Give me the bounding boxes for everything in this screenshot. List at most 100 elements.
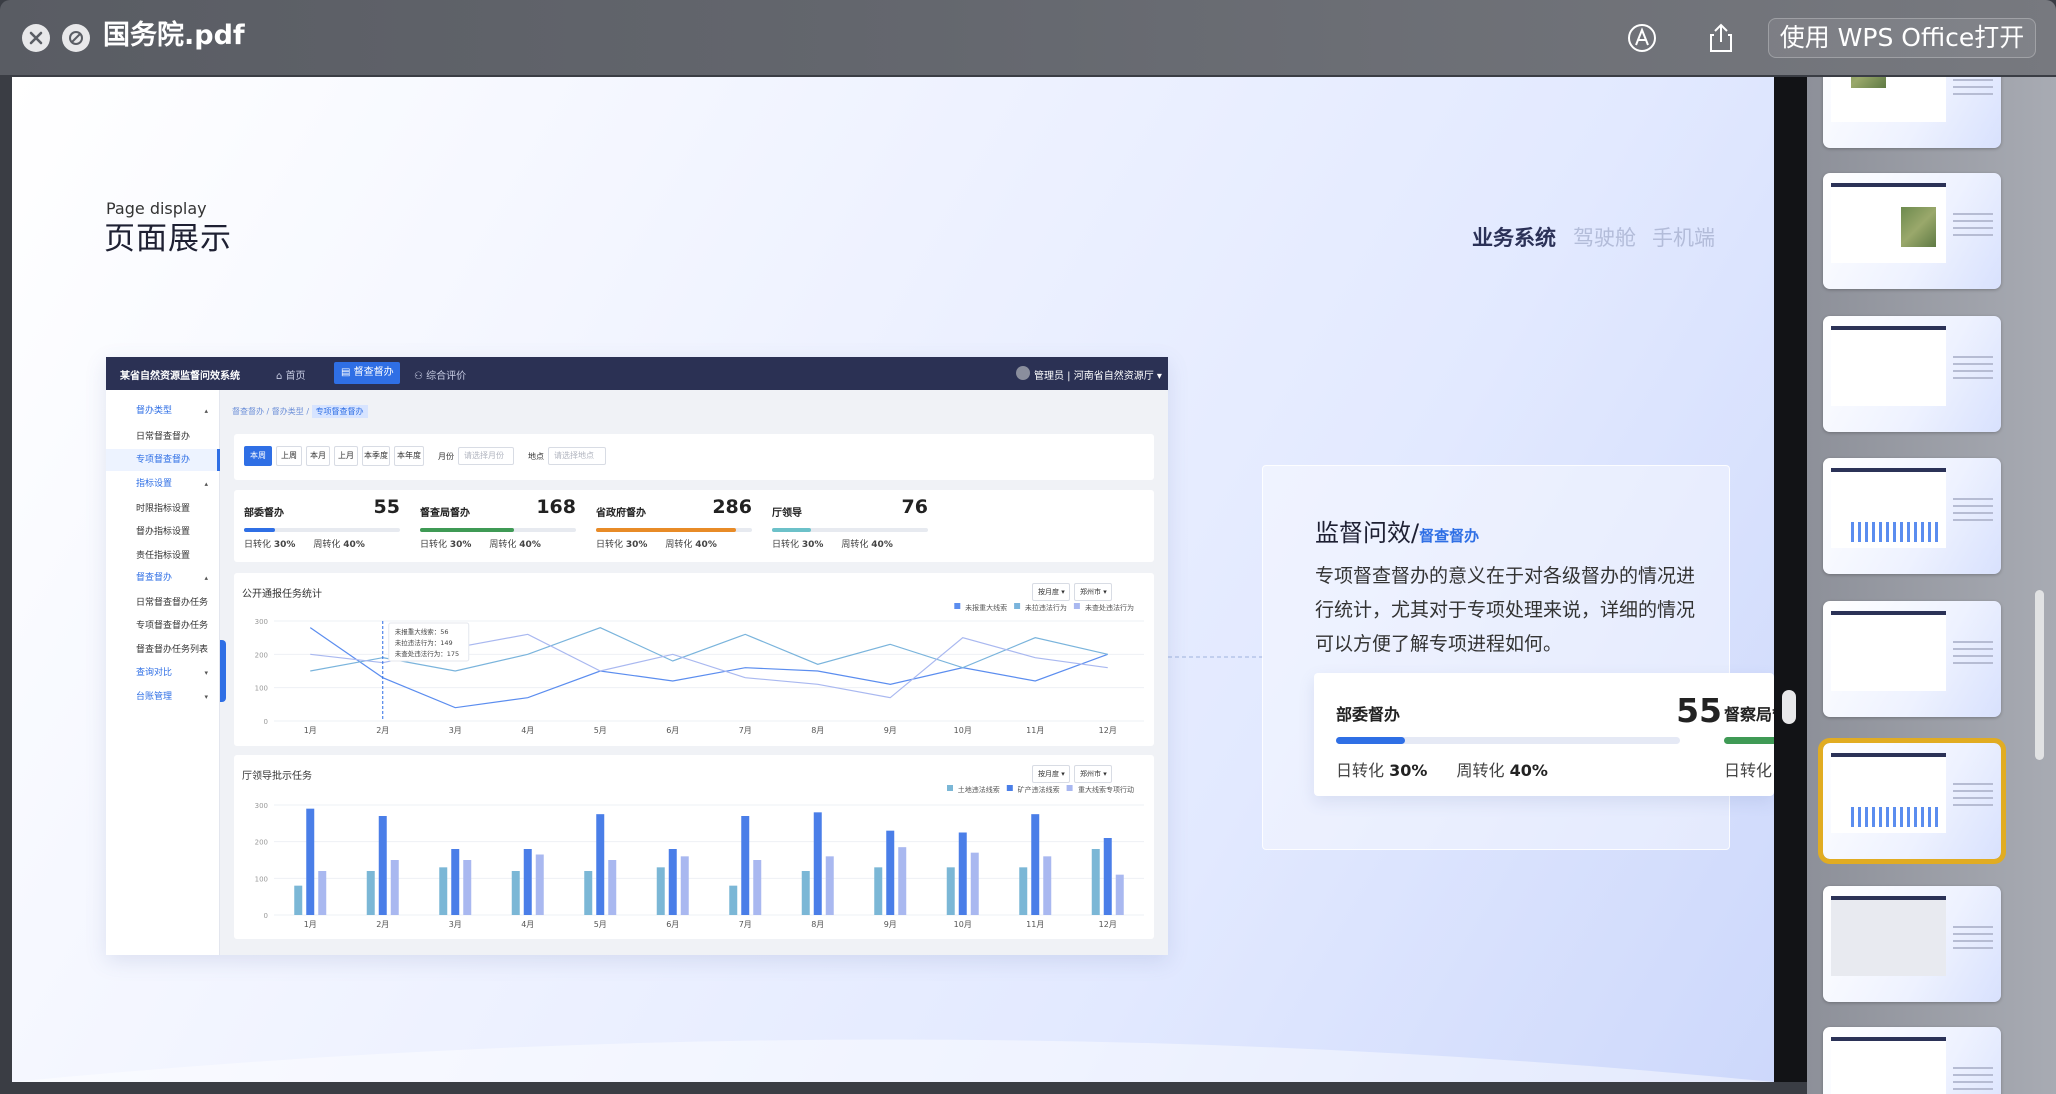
x-tick-label: 4月: [521, 726, 534, 735]
kpi-value: 55: [373, 496, 400, 518]
share-icon[interactable]: [1703, 20, 1739, 56]
kpi2-progress: [1724, 737, 1774, 744]
place-select[interactable]: 请选择地点: [548, 447, 606, 465]
bar: [1103, 838, 1112, 915]
window-titlebar: 国务院.pdf 使用 WPS Office打开: [0, 0, 2056, 75]
x-tick-label: 11月: [1026, 726, 1044, 735]
bar: [294, 885, 303, 915]
connector-line: [1168, 656, 1264, 658]
x-tick-label: 2月: [376, 920, 389, 929]
close-icon[interactable]: [22, 24, 50, 52]
bar: [680, 856, 689, 915]
month-select[interactable]: 请选择月份: [458, 447, 514, 465]
open-with-wps-button[interactable]: 使用 WPS Office打开: [1768, 18, 2036, 58]
x-tick-label: 6月: [666, 920, 679, 929]
tooltip-line: 未报重大线索：56: [395, 627, 449, 636]
range-button[interactable]: 本季度: [362, 446, 390, 466]
chart-select[interactable]: 按月度 ▾: [1032, 583, 1070, 601]
chart-select[interactable]: 郑州市 ▾: [1074, 583, 1112, 601]
bottom-arc-decoration: [12, 1039, 1774, 1082]
range-button[interactable]: 上月: [334, 446, 358, 466]
bar: [390, 860, 399, 915]
kpi-title: 厅领导: [772, 508, 802, 519]
page-thumbnail[interactable]: [1823, 77, 2001, 148]
bar: [439, 867, 448, 915]
nav-home: ⌂ 首页: [276, 371, 306, 382]
thumbnail-map: [1831, 900, 1946, 976]
sidebar-item[interactable]: 专项督查督办: [106, 449, 220, 471]
kpi2-title: 督察局督: [1724, 705, 1774, 724]
sidebar-item[interactable]: 日常督查督办: [106, 426, 220, 448]
page-thumbnail[interactable]: [1818, 738, 2006, 864]
x-tick-label: 7月: [739, 726, 752, 735]
bar: [1091, 849, 1100, 915]
sidebar-item[interactable]: 指标设置 ▴: [106, 473, 220, 495]
legend-swatch: [1066, 785, 1073, 791]
sidebar-item[interactable]: 督查督办任务列表: [106, 639, 220, 661]
kpi-progress: [420, 528, 576, 532]
range-button[interactable]: 本年度: [394, 446, 424, 466]
filter-bar: 本周 上周 本月 上月 本季度 本年度 月份 请选择月份 地点 请选择地点: [234, 434, 1154, 480]
bar: [511, 871, 520, 915]
page-thumbnail[interactable]: [1823, 601, 2001, 717]
kpi-value: 76: [901, 496, 928, 518]
kpi-highlight-progress: [1336, 737, 1680, 744]
x-tick-label: 4月: [521, 920, 534, 929]
bar: [946, 867, 955, 915]
sidebar-item[interactable]: 专项督查督办任务: [106, 615, 220, 637]
sidebar-item[interactable]: 时限指标设置: [106, 498, 220, 520]
sidebar-item[interactable]: 日常督查督办任务: [106, 592, 220, 614]
chevron-icon: ▴: [204, 407, 208, 415]
page-thumbnail[interactable]: [1823, 173, 2001, 289]
sidebar-item[interactable]: 查询对比 ▾: [106, 662, 220, 684]
thumbnail-text: [1953, 498, 1993, 538]
chart-select[interactable]: 按月度 ▾: [1032, 765, 1070, 783]
x-tick-label: 12月: [1099, 920, 1117, 929]
kpi-highlight-card: 部委督办 55 日转化 30% 周转化 40% 督察局督 日转化: [1314, 673, 1774, 796]
document-scrollbar[interactable]: [1774, 77, 1807, 1082]
sidebar-item[interactable]: 督办指标设置: [106, 521, 220, 543]
line-chart: 0 100 200 300 1月 2月 3月 4月 5月 6月 7月 8月 9月 10月 11月 12月 未查处…: [255, 603, 1144, 735]
thumbnail-chart: [1851, 522, 1941, 542]
bar: [535, 854, 544, 915]
y-tick-label: 300: [255, 802, 268, 810]
sidebar-item[interactable]: 督办类型 ▴: [106, 400, 220, 422]
sidebar-collapse-handle: [220, 640, 226, 702]
sidebar-item-label: 专项督查督办任务: [136, 621, 209, 631]
sidebar-item-label: 日常督查督办任务: [136, 598, 209, 608]
thumbnail-text: [1953, 783, 1993, 823]
bar-chart: 0 100 200 300 1月 2月 3月 4月 5月 6月 7月 8月 9月 10月 11月 12月 重大线…: [255, 785, 1144, 929]
nav-supervision: ▤ 督查督办: [334, 362, 400, 384]
thumbnail-scroll-thumb[interactable]: [2035, 590, 2044, 760]
kpi-highlight-title: 部委督办: [1336, 705, 1401, 724]
sidebar-item-label: 责任指标设置: [136, 551, 191, 561]
sidebar-item[interactable]: 责任指标设置: [106, 545, 220, 567]
bar: [366, 871, 375, 915]
y-tick-label: 300: [255, 618, 268, 626]
range-button[interactable]: 上周: [276, 446, 302, 466]
markup-icon[interactable]: [1624, 20, 1660, 56]
kpi-item: 厅领导 76 日转化 30% 周转化 40%: [772, 490, 938, 560]
disable-icon[interactable]: [62, 24, 90, 52]
bar: [523, 849, 532, 915]
x-tick-label: 5月: [594, 726, 607, 735]
legend-label: 未拉违法行为: [1025, 603, 1067, 612]
month-label: 月份: [438, 452, 454, 461]
range-button[interactable]: 本月: [306, 446, 330, 466]
chart-select[interactable]: 郑州市 ▾: [1074, 765, 1112, 783]
thumbnail-preview: [1831, 468, 1946, 548]
bar: [306, 808, 315, 915]
legend-label: 未查处违法行为: [1085, 603, 1134, 612]
bar: [451, 849, 460, 915]
sidebar-item[interactable]: 督查督办 ▴: [106, 567, 220, 589]
document-scroll-thumb[interactable]: [1782, 690, 1796, 724]
page-thumbnail[interactable]: [1823, 458, 2001, 574]
x-tick-label: 6月: [666, 726, 679, 735]
page-thumbnail[interactable]: [1823, 886, 2001, 1002]
x-tick-label: 1月: [304, 726, 317, 735]
page-thumbnail[interactable]: [1823, 316, 2001, 432]
thumbnail-preview: [1831, 1037, 1946, 1094]
page-thumbnail[interactable]: [1823, 1027, 2001, 1094]
range-button[interactable]: 本周: [244, 446, 272, 466]
sidebar-item[interactable]: 台账管理 ▾: [106, 686, 220, 708]
